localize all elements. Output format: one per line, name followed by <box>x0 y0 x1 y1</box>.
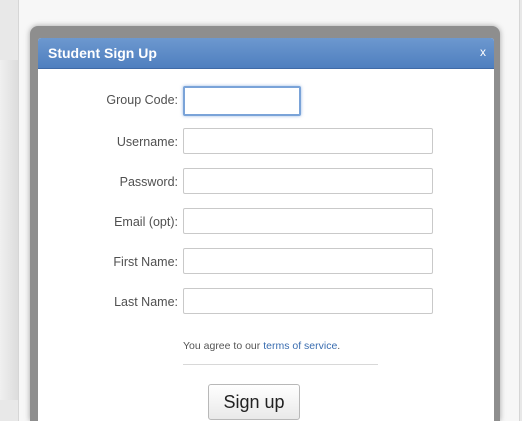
username-input[interactable] <box>183 128 433 154</box>
dialog-title: Student Sign Up <box>48 45 157 61</box>
password-label: Password: <box>119 175 178 189</box>
sign-up-button[interactable]: Sign up <box>208 384 300 420</box>
username-label: Username: <box>116 135 178 149</box>
password-input[interactable] <box>183 168 433 194</box>
close-icon[interactable]: x <box>480 45 486 59</box>
signup-dialog: Student Sign Up x Group Code: Username: … <box>38 38 494 421</box>
group-code-input[interactable] <box>183 86 301 116</box>
group-code-row: Group Code: <box>38 86 494 116</box>
email-row: Email (opt): <box>38 208 494 238</box>
form-divider <box>183 364 378 365</box>
email-label: Email (opt): <box>114 215 178 229</box>
group-code-label: Group Code: <box>106 93 178 107</box>
first-name-label: First Name: <box>113 255 178 269</box>
terms-suffix: . <box>337 340 341 352</box>
last-name-input[interactable] <box>183 288 433 314</box>
first-name-row: First Name: <box>38 248 494 278</box>
terms-of-service-link[interactable]: terms of service <box>263 340 337 352</box>
last-name-label: Last Name: <box>114 295 178 309</box>
email-input[interactable] <box>183 208 433 234</box>
terms-text: You agree to our terms of service. <box>183 340 340 352</box>
terms-prefix: You agree to our <box>183 340 264 352</box>
username-row: Username: <box>38 128 494 158</box>
last-name-row: Last Name: <box>38 288 494 318</box>
password-row: Password: <box>38 168 494 198</box>
dialog-titlebar: Student Sign Up x <box>38 38 494 69</box>
first-name-input[interactable] <box>183 248 433 274</box>
